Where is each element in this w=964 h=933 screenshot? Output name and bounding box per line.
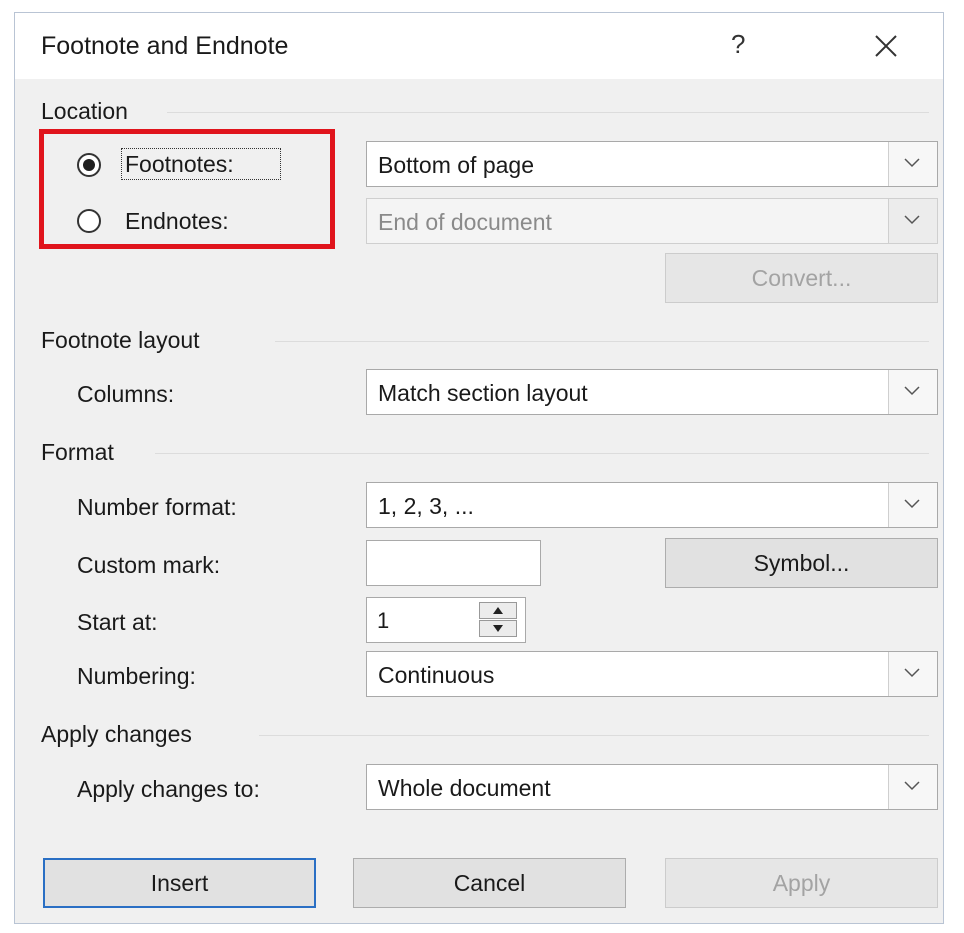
focus-rectangle bbox=[121, 148, 281, 180]
chevron-down-icon bbox=[904, 158, 920, 168]
footnote-endnote-dialog: Footnote and Endnote ? Location Footnote… bbox=[14, 12, 944, 924]
dropdown-button[interactable] bbox=[888, 652, 937, 696]
dropdown-button[interactable] bbox=[888, 142, 937, 186]
footnotes-position-value: Bottom of page bbox=[378, 152, 534, 178]
footnotes-label[interactable]: Footnotes: bbox=[121, 148, 281, 180]
location-divider bbox=[167, 112, 929, 113]
caret-up-icon bbox=[493, 607, 503, 614]
chevron-down-icon bbox=[904, 215, 920, 225]
footnotes-position-select[interactable]: Bottom of page bbox=[366, 141, 938, 187]
apply-to-select[interactable]: Whole document bbox=[366, 764, 938, 810]
chevron-down-icon bbox=[904, 499, 920, 509]
footnote-layout-heading: Footnote layout bbox=[41, 327, 200, 353]
numbering-select[interactable]: Continuous bbox=[366, 651, 938, 697]
apply-changes-heading: Apply changes bbox=[41, 721, 192, 747]
caret-down-icon bbox=[493, 625, 503, 632]
symbol-label: Symbol... bbox=[753, 550, 850, 576]
start-at-value: 1 bbox=[377, 608, 390, 633]
endnotes-label[interactable]: Endnotes: bbox=[125, 208, 229, 235]
apply-changes-divider bbox=[259, 735, 929, 736]
convert-label: Convert... bbox=[751, 265, 852, 291]
number-format-value: 1, 2, 3, ... bbox=[378, 493, 474, 519]
chevron-down-icon bbox=[904, 668, 920, 678]
location-heading: Location bbox=[41, 98, 128, 124]
apply-to-label: Apply changes to: bbox=[77, 776, 260, 802]
spinner-up-button[interactable] bbox=[479, 602, 517, 619]
endnotes-radio[interactable] bbox=[77, 209, 101, 233]
columns-value: Match section layout bbox=[378, 380, 588, 406]
chevron-down-icon bbox=[904, 386, 920, 396]
dropdown-button[interactable] bbox=[888, 765, 937, 809]
close-button[interactable] bbox=[871, 31, 905, 61]
chevron-down-icon bbox=[904, 781, 920, 791]
insert-label: Insert bbox=[150, 870, 209, 896]
insert-button[interactable]: Insert bbox=[43, 858, 316, 908]
convert-button[interactable]: Convert... bbox=[665, 253, 938, 303]
format-divider bbox=[155, 453, 929, 454]
help-button[interactable]: ? bbox=[731, 29, 745, 60]
symbol-button[interactable]: Symbol... bbox=[665, 538, 938, 588]
footnotes-radio[interactable] bbox=[77, 153, 101, 177]
title-bar: Footnote and Endnote ? bbox=[15, 13, 943, 79]
custom-mark-input[interactable] bbox=[366, 540, 541, 586]
spinner-down-button[interactable] bbox=[479, 620, 517, 637]
numbering-label: Numbering: bbox=[77, 663, 196, 689]
cancel-label: Cancel bbox=[453, 870, 526, 896]
number-format-label: Number format: bbox=[77, 494, 237, 520]
apply-to-value: Whole document bbox=[378, 775, 551, 801]
number-format-select[interactable]: 1, 2, 3, ... bbox=[366, 482, 938, 528]
apply-label: Apply bbox=[772, 870, 831, 896]
start-at-label: Start at: bbox=[77, 609, 158, 635]
endnotes-position-select[interactable]: End of document bbox=[366, 198, 938, 244]
close-icon bbox=[875, 35, 897, 57]
format-heading: Format bbox=[41, 439, 114, 465]
endnotes-position-value: End of document bbox=[378, 209, 552, 235]
dropdown-button[interactable] bbox=[888, 370, 937, 414]
columns-label: Columns: bbox=[77, 381, 175, 407]
columns-select[interactable]: Match section layout bbox=[366, 369, 938, 415]
start-at-spinner[interactable]: 1 bbox=[366, 597, 526, 643]
radio-selected-dot bbox=[83, 159, 95, 171]
footnote-layout-divider bbox=[275, 341, 929, 342]
cancel-button[interactable]: Cancel bbox=[353, 858, 626, 908]
custom-mark-label: Custom mark: bbox=[77, 552, 221, 578]
dropdown-button[interactable] bbox=[888, 199, 937, 243]
dialog-title: Footnote and Endnote bbox=[41, 32, 289, 60]
apply-button[interactable]: Apply bbox=[665, 858, 938, 908]
dropdown-button[interactable] bbox=[888, 483, 937, 527]
numbering-value: Continuous bbox=[378, 662, 495, 688]
